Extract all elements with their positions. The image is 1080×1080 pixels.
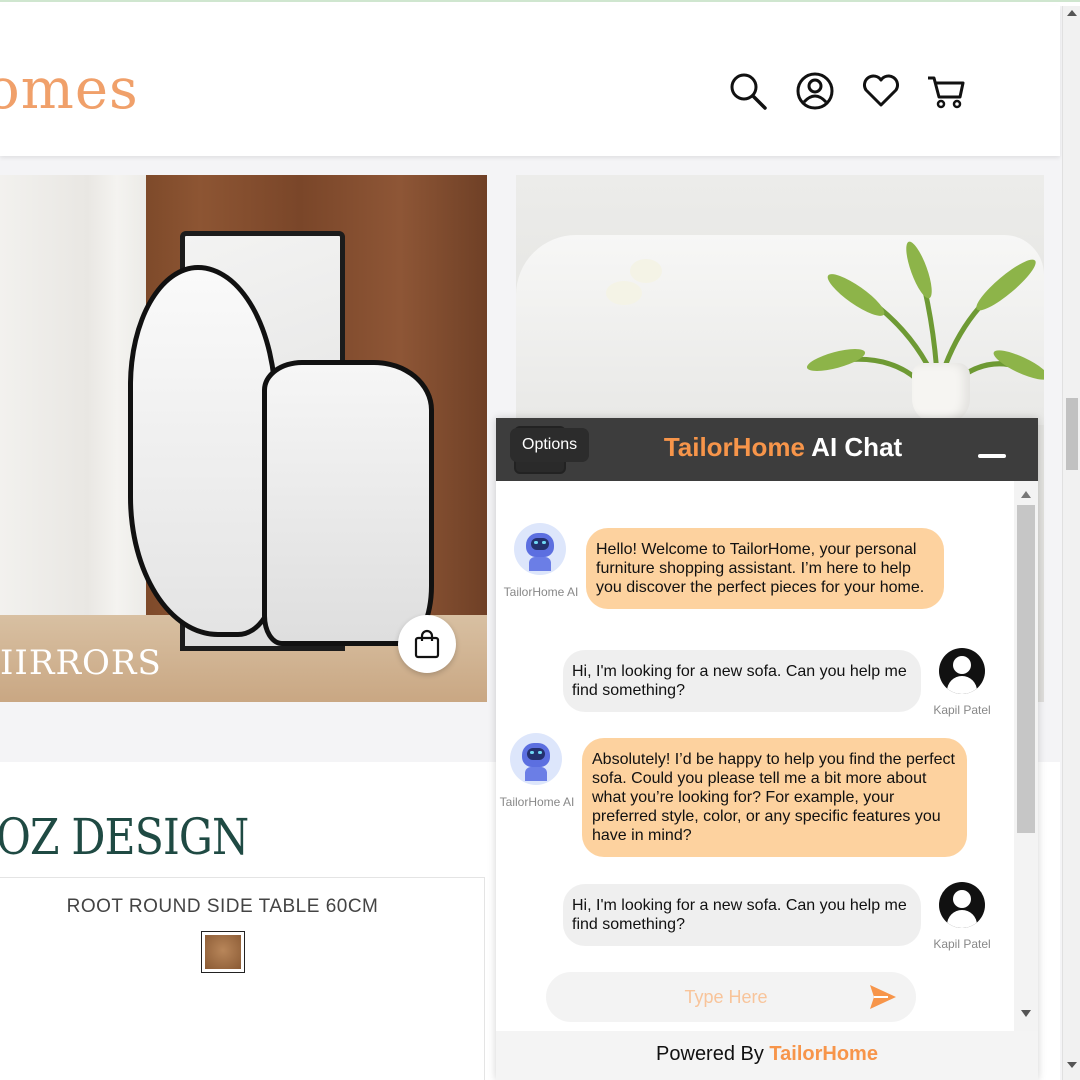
product-card[interactable]: ROOT ROUND SIDE TABLE 60CM [0,877,485,1080]
tile-caption: IIRRORS [0,643,162,683]
shopping-bag-button[interactable] [398,615,456,673]
chat-footer: Powered By TailorHome [496,1031,1038,1080]
bot-message: Absolutely! I’d be happy to help you fin… [582,738,967,857]
minimize-icon[interactable] [978,454,1006,458]
chat-message-input[interactable] [546,972,866,1022]
site-logo[interactable]: omes [0,62,139,118]
bot-message: Hello! Welcome to TailorHome, your perso… [586,528,944,609]
bot-sender-name: TailorHome AI [503,585,579,599]
chat-input-wrap [546,972,916,1022]
mirror-image-wavy [128,265,278,637]
chat-scroll-down-icon[interactable] [1021,1010,1031,1017]
chat-scrollbar-thumb[interactable] [1017,505,1035,833]
page-scrollbar[interactable] [1062,6,1080,1080]
wishlist-heart-icon[interactable] [860,70,902,112]
user-message: Hi, I'm looking for a new sofa. Can you … [563,884,921,946]
user-sender-name: Kapil Patel [933,937,991,951]
cart-icon[interactable] [925,70,967,112]
bot-sender-name: TailorHome AI [499,795,575,809]
chat-header: Options TailorHome AI Chat [496,418,1038,481]
product-name[interactable]: ROOT ROUND SIDE TABLE 60CM [0,896,445,918]
page: omes IIRRORS OZ DESIGN ROOT ROUND SIDE T… [0,0,1080,1080]
scroll-up-arrow-icon[interactable] [1067,10,1077,16]
scroll-down-arrow-icon[interactable] [1067,1062,1077,1068]
site-header: omes [0,6,1060,156]
chat-scroll-up-icon[interactable] [1021,491,1031,498]
brand-title: OZ DESIGN [0,808,249,866]
chat-scrollbar[interactable] [1014,481,1038,1031]
chat-title-brand: TailorHome [663,432,805,462]
mirror-image-right [262,360,434,646]
search-icon[interactable] [727,70,769,112]
bot-avatar [510,733,562,785]
ai-chat-widget: Options TailorHome AI Chat TailorHome AI… [496,418,1038,1080]
user-avatar-icon [939,882,985,928]
shopping-bag-icon [414,629,440,659]
bot-avatar [514,523,566,575]
chat-title-rest: AI Chat [804,432,903,462]
footer-brand[interactable]: TailorHome [769,1043,878,1065]
user-sender-name: Kapil Patel [933,703,991,717]
user-avatar-icon [939,648,985,694]
vase-image-part [912,363,970,423]
send-icon[interactable] [868,982,898,1012]
color-swatch[interactable] [201,931,245,973]
chat-title: TailorHome AI Chat [496,432,1070,463]
user-message: Hi, I'm looking for a new sofa. Can you … [563,650,921,712]
footer-prefix: Powered By [656,1043,770,1065]
account-icon[interactable] [794,70,836,112]
